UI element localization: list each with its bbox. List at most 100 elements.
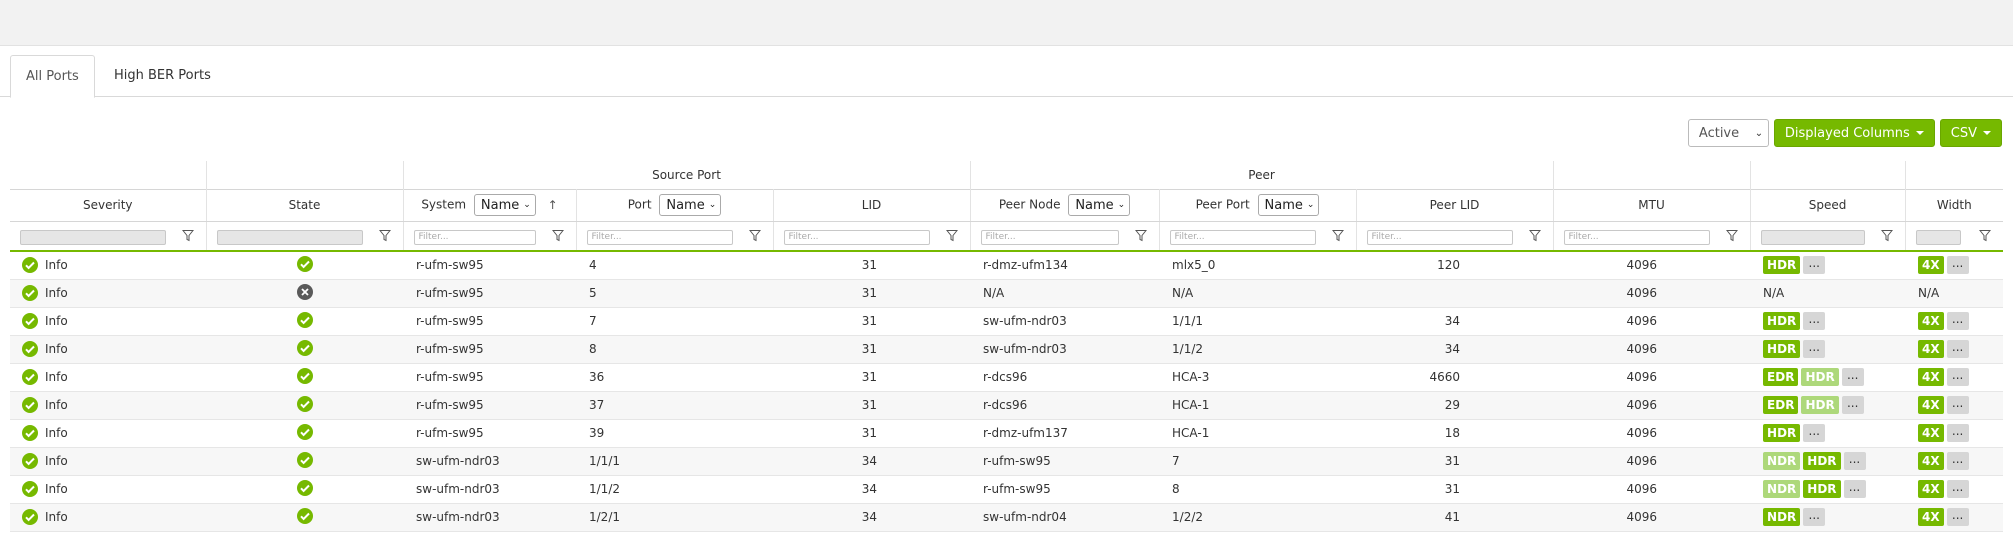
speed-cell: NDR HDR...	[1750, 447, 1906, 476]
select-value: Name	[480, 197, 520, 213]
sort-ascending-icon[interactable]: ↑	[548, 198, 558, 212]
port-name-select[interactable]: Name ⌄	[659, 194, 722, 216]
filter-input-state[interactable]	[216, 229, 363, 245]
width-cell: 4X...	[1905, 391, 2004, 420]
filter-icon[interactable]	[181, 229, 194, 242]
speed-cell-badge: NDR	[1763, 508, 1801, 526]
header-peer-lid[interactable]: Peer LID	[1356, 188, 1554, 222]
width-cell-badge: 4X	[1918, 396, 1944, 414]
more-button[interactable]: ...	[1803, 312, 1826, 330]
table-row[interactable]: Info r-ufm-sw95 36 31 r-dcs96 HCA-3 4660 4096 ED…	[10, 363, 2004, 392]
header-peer-node[interactable]: Peer Node Name ⌄	[970, 188, 1160, 222]
filter-input-peer-lid[interactable]: Filter...	[1366, 229, 1513, 245]
more-button[interactable]: ...	[1803, 424, 1826, 442]
more-button[interactable]: ...	[1843, 480, 1866, 498]
width-cell-badge: 4X	[1918, 312, 1944, 330]
more-button[interactable]: ...	[1803, 508, 1826, 526]
filter-cell-speed	[1750, 221, 1906, 252]
table-row[interactable]: Info r-ufm-sw95 7 31 sw-ufm-ndr03 1/1/1 34 4096…	[10, 307, 2004, 336]
more-button[interactable]: ...	[1946, 340, 1969, 358]
table-row[interactable]: Info sw-ufm-ndr03 1/2/1 34 sw-ufm-ndr04 1/2/2…	[10, 503, 2004, 532]
tab-all-ports[interactable]: All Ports	[10, 55, 95, 98]
filter-input-speed[interactable]	[1760, 229, 1865, 245]
peer-port-cell: HCA-1	[1159, 391, 1357, 420]
peer-lid-cell: 31	[1356, 475, 1554, 504]
table-row[interactable]: Info r-ufm-sw95 37 31 r-dcs96 HCA-1 29 4096 EDR H…	[10, 391, 2004, 420]
filter-icon[interactable]	[1725, 229, 1738, 242]
header-width[interactable]: Width	[1905, 188, 2004, 222]
more-button[interactable]: ...	[1803, 256, 1826, 275]
check-circle-icon	[22, 369, 38, 385]
port-cell: 5	[576, 279, 773, 308]
check-circle-icon	[296, 339, 313, 356]
filter-input-peer-node[interactable]: Filter...	[980, 229, 1119, 245]
speed-cell-badges: HDR...	[1750, 340, 1905, 358]
filter-input-port[interactable]: Filter...	[586, 229, 733, 245]
width-cell-badges: 4X...	[1905, 312, 2003, 330]
lid-cell: 31	[773, 279, 971, 308]
csv-export-button[interactable]: CSV	[1939, 119, 2002, 147]
filter-input-mtu[interactable]: Filter...	[1563, 229, 1710, 245]
filter-icon[interactable]	[551, 229, 564, 242]
more-button[interactable]: ...	[1803, 340, 1826, 358]
width-cell-badges: 4X...	[1905, 452, 2003, 470]
speed-cell-badge: EDR	[1763, 368, 1799, 386]
header-mtu[interactable]: MTU	[1553, 188, 1751, 222]
peer-node-cell: r-dmz-ufm137	[970, 419, 1160, 448]
speed-cell-badges: HDR...	[1750, 312, 1905, 330]
mtu-cell: 4096	[1553, 307, 1751, 336]
more-button[interactable]: ...	[1946, 396, 1969, 414]
lid-cell: 31	[773, 363, 971, 392]
table-row[interactable]: Info r-ufm-sw95 39 31 r-dmz-ufm137 HCA-1 18 409…	[10, 419, 2004, 448]
severity: Info	[10, 453, 206, 469]
table-row[interactable]: Info sw-ufm-ndr03 1/1/2 34 r-ufm-sw95 8 31 4096…	[10, 475, 2004, 504]
state-filter-select[interactable]: Active ⌄	[1687, 119, 1769, 147]
filter-icon[interactable]	[1978, 229, 1992, 242]
speed-cell: EDR HDR...	[1750, 391, 1906, 420]
table-row[interactable]: Info sw-ufm-ndr03 1/1/1 34 r-ufm-sw95 7 31 4096…	[10, 447, 2004, 476]
filter-icon[interactable]	[1331, 229, 1344, 242]
header-speed[interactable]: Speed	[1750, 188, 1906, 222]
filter-icon[interactable]	[1880, 229, 1893, 242]
filter-icon[interactable]	[1134, 229, 1147, 242]
system-name-select[interactable]: Name ⌄	[473, 194, 536, 216]
tab-high-ber-ports[interactable]: High BER Ports	[99, 55, 226, 98]
severity: Info	[10, 509, 206, 525]
mtu-cell: 4096	[1553, 503, 1751, 532]
filter-input-width[interactable]	[1915, 229, 1961, 245]
filter-input-severity[interactable]	[20, 229, 166, 245]
filter-input-system[interactable]: Filter...	[413, 229, 536, 245]
peer-port-name-select[interactable]: Name ⌄	[1257, 194, 1320, 216]
header-state[interactable]: State	[206, 188, 404, 222]
table-row[interactable]: Info r-ufm-sw95 8 31 sw-ufm-ndr03 1/1/2 34 4096…	[10, 335, 2004, 364]
filter-input-lid[interactable]: Filter...	[783, 229, 930, 245]
more-button[interactable]: ...	[1946, 508, 1969, 526]
header-severity[interactable]: Severity	[10, 188, 207, 222]
filter-row: Filter... Filter... Filter... Filter... Filt…	[10, 221, 2004, 252]
more-button[interactable]: ...	[1946, 256, 1969, 275]
peer-node-name-select[interactable]: Name ⌄	[1068, 194, 1131, 216]
more-button[interactable]: ...	[1841, 368, 1864, 386]
more-button[interactable]: ...	[1946, 452, 1969, 470]
filter-input-peer-port[interactable]: Filter...	[1169, 229, 1316, 245]
more-button[interactable]: ...	[1946, 312, 1969, 330]
table-row[interactable]: Info r-ufm-sw95 4 31 r-dmz-ufm134 mlx5_0 120 40…	[10, 251, 2004, 280]
severity: Info	[10, 425, 206, 441]
table-row[interactable]: Info r-ufm-sw95 5 31 N/A N/A 4096 N/A N/A	[10, 279, 2004, 308]
displayed-columns-button[interactable]: Displayed Columns	[1773, 119, 1935, 147]
more-button[interactable]: ...	[1946, 480, 1969, 498]
header-port[interactable]: Port Name ⌄	[576, 188, 774, 222]
header-system[interactable]: System Name ⌄ ↑	[403, 188, 577, 222]
filter-icon[interactable]	[748, 229, 761, 242]
x-circle-icon	[296, 283, 313, 300]
more-button[interactable]: ...	[1841, 396, 1864, 414]
header-lid[interactable]: LID	[773, 188, 971, 222]
filter-icon[interactable]	[378, 229, 391, 242]
filter-icon[interactable]	[1528, 229, 1541, 242]
filter-icon[interactable]	[945, 229, 958, 242]
more-button[interactable]: ...	[1946, 424, 1969, 442]
header-peer-port[interactable]: Peer Port Name ⌄	[1159, 188, 1357, 222]
more-button[interactable]: ...	[1843, 452, 1866, 470]
more-button[interactable]: ...	[1946, 368, 1969, 386]
peer-node-cell: r-dmz-ufm134	[970, 251, 1160, 280]
